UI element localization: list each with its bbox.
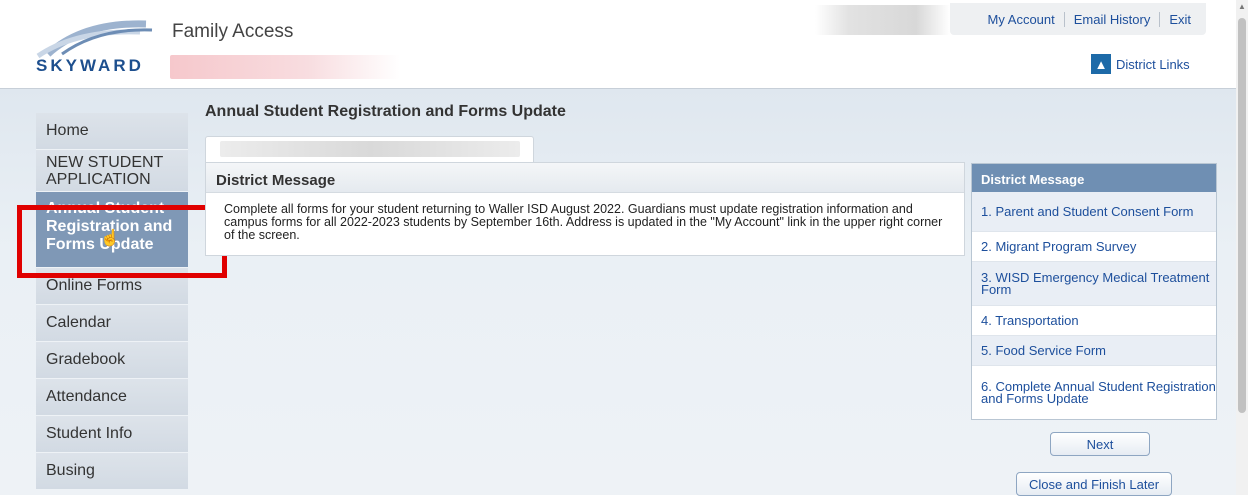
sidebar-item-attendance[interactable]: Attendance (36, 379, 188, 416)
sidebar-item-student-info[interactable]: Student Info (36, 416, 188, 453)
email-history-link[interactable]: Email History (1063, 11, 1160, 27)
page-scrollbar[interactable]: ▲ (1236, 0, 1248, 495)
logo-text: SKYWARD (36, 56, 144, 75)
building-icon: ▲ (1091, 54, 1111, 74)
student-tab-label-redacted (220, 141, 520, 157)
step-item[interactable]: 3. WISD Emergency Medical Treatment Form (972, 262, 1216, 306)
district-message-heading: District Message (206, 163, 964, 193)
step-item[interactable]: 5. Food Service Form (972, 336, 1216, 366)
sidebar-item-new-student-application[interactable]: NEW STUDENT APPLICATION (36, 150, 188, 192)
district-links-label: District Links (1116, 56, 1190, 72)
sidebar-item-calendar[interactable]: Calendar (36, 305, 188, 342)
hand-pointer-icon: ☝ (100, 230, 120, 247)
top-links: My Account Email History Exit (950, 3, 1206, 35)
next-button[interactable]: Next (1050, 432, 1150, 456)
step-item[interactable]: 2. Migrant Program Survey (972, 232, 1216, 262)
step-item[interactable]: 1. Parent and Student Consent Form (972, 192, 1216, 232)
sidebar-nav: Home NEW STUDENT APPLICATION Annual Stud… (36, 113, 188, 490)
header: SKYWARD Family Access My Account Email H… (0, 0, 1236, 89)
district-links-button[interactable]: ▲ District Links (1091, 54, 1190, 74)
steps-panel-heading: District Message (972, 164, 1216, 192)
sidebar-item-home[interactable]: Home (36, 113, 188, 150)
close-and-finish-later-button[interactable]: Close and Finish Later (1016, 472, 1172, 496)
page-title: Annual Student Registration and Forms Up… (205, 103, 566, 120)
sidebar-item-busing[interactable]: Busing (36, 453, 188, 490)
exit-link[interactable]: Exit (1159, 11, 1200, 27)
user-name-redacted (815, 5, 950, 35)
app-title: Family Access (172, 21, 294, 42)
student-tab[interactable] (205, 136, 534, 163)
district-message-body: Complete all forms for your student retu… (224, 202, 943, 242)
scroll-thumb[interactable] (1238, 18, 1246, 413)
my-account-link[interactable]: My Account (979, 12, 1064, 27)
district-message-panel: District Message Complete all forms for … (205, 162, 965, 256)
step-item[interactable]: 6. Complete Annual Student Registration … (972, 366, 1216, 420)
skyward-logo: SKYWARD (28, 20, 158, 78)
step-item[interactable]: 4. Transportation (972, 306, 1216, 336)
sidebar-item-online-forms[interactable]: Online Forms (36, 268, 188, 305)
steps-panel: District Message 1. Parent and Student C… (971, 163, 1217, 420)
student-name-redacted (170, 55, 400, 79)
scroll-up-arrow-icon[interactable]: ▲ (1236, 0, 1248, 14)
sidebar-item-gradebook[interactable]: Gradebook (36, 342, 188, 379)
